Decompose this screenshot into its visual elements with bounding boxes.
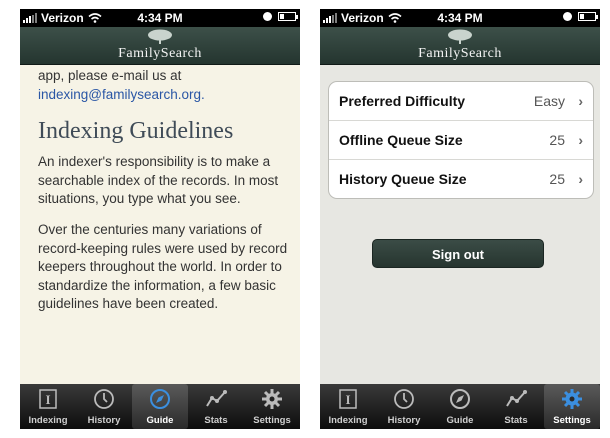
tree-logo-icon	[448, 29, 472, 44]
settings-row-value: 25	[549, 132, 565, 148]
clock-icon	[394, 389, 414, 409]
svg-text:I: I	[45, 392, 50, 407]
tab-label-history: History	[387, 415, 421, 426]
preferred-difficulty-row[interactable]: Preferred Difficulty Easy ›	[329, 82, 593, 121]
chevron-right-icon: ›	[578, 132, 583, 148]
tab-label-indexing: Indexing	[328, 415, 368, 426]
tab-label-stats: Stats	[204, 415, 228, 426]
tab-stats[interactable]: Stats	[188, 384, 244, 429]
gear-icon	[562, 389, 582, 409]
status-bar: Verizon 4:34 PM	[20, 9, 300, 27]
tab-label-indexing: Indexing	[28, 415, 68, 426]
settings-list: Preferred Difficulty Easy › Offline Queu…	[328, 81, 594, 199]
chevron-right-icon: ›	[578, 93, 583, 109]
tab-guide[interactable]: Guide	[132, 384, 188, 429]
tree-logo-icon	[148, 29, 172, 44]
settings-content: Preferred Difficulty Easy › Offline Queu…	[320, 65, 600, 385]
tab-history[interactable]: History	[76, 384, 132, 429]
settings-row-value: 25	[549, 171, 565, 187]
status-bar: Verizon 4:34 PM	[320, 9, 600, 27]
indexing-icon: I	[39, 389, 57, 409]
chevron-right-icon: ›	[578, 171, 583, 187]
tab-label-guide: Guide	[146, 415, 174, 426]
status-time: 4:34 PM	[437, 11, 483, 25]
tab-label-history: History	[87, 415, 121, 426]
email-link[interactable]: indexing@familysearch.org.	[38, 87, 205, 102]
guide-screen: Verizon 4:34 PM FamilySearch app, please…	[20, 9, 300, 429]
tab-settings[interactable]: Settings	[244, 384, 300, 429]
status-time: 4:34 PM	[137, 11, 183, 25]
tab-label-settings: Settings	[553, 415, 591, 426]
rotation-lock-icon	[263, 12, 272, 21]
offline-queue-size-row[interactable]: Offline Queue Size 25 ›	[329, 121, 593, 160]
guide-paragraph-2: Over the centuries many variations of re…	[38, 221, 288, 312]
tab-bar: I Indexing History Guide Stats Settings	[320, 384, 600, 429]
chart-icon	[506, 390, 527, 407]
tab-label-guide: Guide	[446, 415, 474, 426]
history-queue-size-row[interactable]: History Queue Size 25 ›	[329, 160, 593, 198]
guide-content[interactable]: app, please e-mail us at indexing@family…	[20, 65, 300, 385]
tab-indexing[interactable]: I Indexing	[320, 384, 376, 429]
chart-icon	[206, 390, 227, 407]
guide-paragraph-1: An indexer's responsibility is to make a…	[38, 154, 279, 207]
compass-icon	[150, 389, 170, 409]
guidelines-heading: Indexing Guidelines	[38, 118, 234, 145]
intro-text: app, please e-mail us at	[38, 68, 182, 83]
sign-out-button[interactable]: Sign out	[372, 239, 544, 268]
compass-icon	[450, 389, 470, 409]
clock-icon	[94, 389, 114, 409]
brand-logo-text: FamilySearch	[418, 46, 502, 61]
settings-row-label: Preferred Difficulty	[339, 93, 466, 109]
settings-row-value: Easy	[533, 93, 565, 109]
tab-bar: I Indexing History Guide Stats Settings	[20, 384, 300, 429]
tab-guide[interactable]: Guide	[432, 384, 488, 429]
svg-text:I: I	[345, 392, 350, 407]
gear-icon	[262, 389, 282, 409]
tab-label-stats: Stats	[504, 415, 528, 426]
tab-label-settings: Settings	[253, 415, 291, 426]
app-header: FamilySearch	[20, 27, 300, 65]
battery-icon	[578, 12, 598, 21]
tab-settings[interactable]: Settings	[544, 384, 600, 429]
settings-row-label: History Queue Size	[339, 171, 467, 187]
settings-row-label: Offline Queue Size	[339, 132, 463, 148]
brand-logo-text: FamilySearch	[118, 46, 202, 61]
battery-icon	[278, 12, 298, 21]
settings-screen: Verizon 4:34 PM FamilySearch Preferred D…	[320, 9, 600, 429]
rotation-lock-icon	[563, 12, 572, 21]
tab-history[interactable]: History	[376, 384, 432, 429]
app-header: FamilySearch	[320, 27, 600, 65]
indexing-icon: I	[339, 389, 357, 409]
tab-stats[interactable]: Stats	[488, 384, 544, 429]
tab-indexing[interactable]: I Indexing	[20, 384, 76, 429]
